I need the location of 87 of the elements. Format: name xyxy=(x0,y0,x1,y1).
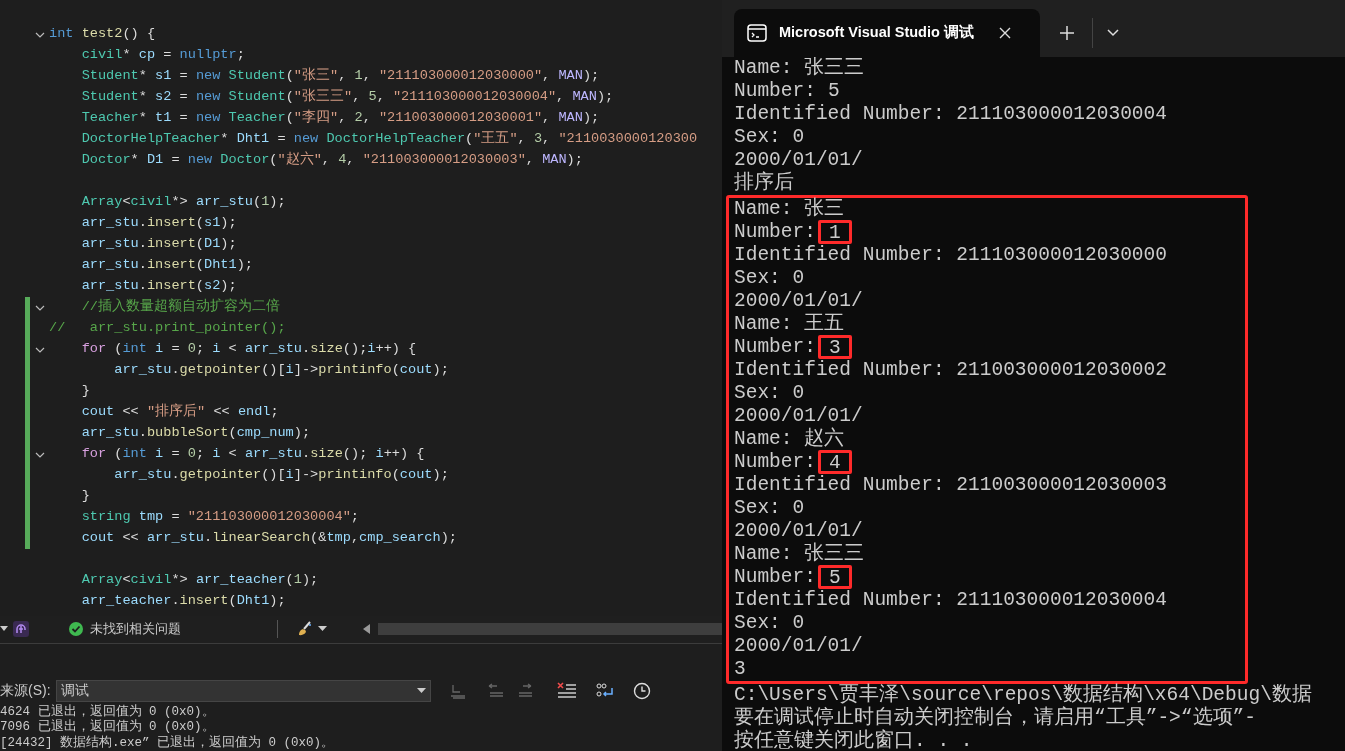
collapse-icon[interactable] xyxy=(34,451,45,458)
console-icon xyxy=(747,23,767,42)
console-text: Number: xyxy=(734,220,816,244)
console-text: 2000/01/01/ xyxy=(734,289,864,313)
console-text: Number: xyxy=(734,565,816,589)
output-line: 4624 已退出，返回值为 0 (0x0)。 xyxy=(0,704,216,719)
console-text: 5 xyxy=(827,79,840,103)
collapse-icon[interactable] xyxy=(34,346,45,353)
console-text: Number: xyxy=(734,450,816,474)
console-text: Identified Number: 211103000012030004 xyxy=(734,102,1168,126)
console-text: 2000/01/01/ xyxy=(734,148,864,171)
highlight-box: 5 xyxy=(817,565,852,590)
console-text: C:\Users\贾丰泽\source\repos\数据结构\x64\Debug\数据 xyxy=(734,683,1313,706)
console-text: Sex: 0 xyxy=(734,496,806,520)
code-line: arr_stu.insert(Dht1); xyxy=(80,256,253,275)
source-dropdown[interactable]: 调试 xyxy=(55,679,431,702)
terminal-tab[interactable]: Microsoft Visual Studio 调试 xyxy=(734,8,1040,57)
console-text: Sex: 0 xyxy=(734,125,806,149)
console-text: Sex: 0 xyxy=(734,266,806,290)
highlight-box: 4 xyxy=(817,450,852,475)
console-text: 排序后 xyxy=(734,171,795,195)
code-line: string tmp = "211103000012030004"; xyxy=(80,508,360,527)
console-text: Number: xyxy=(734,335,816,359)
clear-all-icon[interactable] xyxy=(556,681,577,700)
horizontal-scrollbar[interactable] xyxy=(378,623,722,636)
highlight-box: 3 xyxy=(817,335,852,360)
code-line: Student* s2 = new Student("张三三", 5, "211103000012030004", MAN); xyxy=(80,87,614,107)
output-line: [24432] 数据结构.exe” 已退出，返回值为 0 (0x0)。 xyxy=(0,735,336,751)
code-line: arr_stu.getpointer()[i]->printinfo(cout); xyxy=(113,361,449,380)
code-line: arr_stu.insert(s1); xyxy=(80,214,237,233)
console-text: Name: 张三三 xyxy=(734,542,866,566)
new-tab-icon[interactable] xyxy=(1060,25,1074,40)
code-line: arr_teacher.insert(Dht1); xyxy=(80,592,286,611)
highlight-box: 1 xyxy=(817,220,852,245)
console-text: Sex: 0 xyxy=(734,381,806,405)
console-text: Name: 王五 xyxy=(734,312,846,336)
console-text: Number: xyxy=(734,79,816,103)
console-text: 要在调试停止时自动关闭控制台，请启用“工具”->“选项”- xyxy=(734,706,1257,729)
console-text: Identified Number: 211103000012030004 xyxy=(734,588,1168,612)
code-line: Teacher* t1 = new Teacher("李四", 2, "211003000012030001", MAN); xyxy=(80,108,600,128)
caret-icon xyxy=(416,688,426,693)
console-text: 2000/01/01/ xyxy=(734,634,864,658)
code-line: DoctorHelpTeacher* Dht1 = new DoctorHelpTeacher("王五", 3, "2110030000120300 xyxy=(80,130,698,149)
console-text: Name: 赵六 xyxy=(734,427,846,451)
code-line: for (int i = 0; i < arr_stu.size();i++) { xyxy=(80,340,417,359)
caret-icon[interactable] xyxy=(318,626,327,633)
caret-icon[interactable] xyxy=(0,626,8,633)
collapse-icon[interactable] xyxy=(34,304,45,311)
console-text: 2000/01/01/ xyxy=(734,519,864,542)
word-wrap-icon[interactable] xyxy=(594,681,615,700)
console-text: Name: 张三 xyxy=(734,197,846,221)
code-line: arr_stu.insert(D1); xyxy=(80,235,237,254)
code-line: cout << arr_stu.linearSearch(&tmp,cmp_search); xyxy=(80,529,457,548)
code-line: for (int i = 0; i < arr_stu.size(); i++) { xyxy=(80,445,425,464)
console-text: 2000/01/01/ xyxy=(734,404,864,427)
issues-status[interactable]: 未找到相关问题 xyxy=(90,619,181,639)
console-text: Identified Number: 211003000012030003 xyxy=(734,473,1168,497)
code-line: } xyxy=(80,487,90,506)
console-text: Sex: 0 xyxy=(734,611,806,635)
check-icon xyxy=(68,621,84,638)
previous-message-icon[interactable] xyxy=(486,681,505,700)
console-text: Identified Number: 211103000012030000 xyxy=(734,243,1168,267)
console-text: 按任意键关闭此窗口. . . xyxy=(734,729,974,751)
close-icon[interactable] xyxy=(999,26,1011,39)
scroll-left-icon[interactable] xyxy=(363,624,370,635)
code-line: Doctor* D1 = new Doctor("赵六", 4, "211003000012030003", MAN); xyxy=(80,150,583,170)
code-line: civil* cp = nullptr; xyxy=(80,46,245,65)
code-line: arr_stu.bubbleSort(cmp_num); xyxy=(80,424,311,443)
code-line: cout << "排序后" << endl; xyxy=(80,402,279,422)
next-message-icon[interactable] xyxy=(516,681,535,700)
code-line: arr_stu.insert(s2); xyxy=(80,277,237,296)
clock-icon[interactable] xyxy=(632,681,651,700)
source-label: 来源(S): xyxy=(0,681,51,700)
console-text: Name: 张三三 xyxy=(734,56,866,80)
code-line: arr_stu.getpointer()[i]->printinfo(cout); xyxy=(113,466,449,485)
code-line: Array<civil*> arr_stu(1); xyxy=(80,193,286,212)
console-text: 3 xyxy=(734,657,747,681)
code-line: //插入数量超额自动扩容为二倍 xyxy=(80,297,280,317)
chevron-down-icon[interactable] xyxy=(1107,28,1119,37)
code-line: } xyxy=(80,382,90,401)
code-line: Array<civil*> arr_teacher(1); xyxy=(80,571,319,590)
collapse-icon[interactable] xyxy=(34,31,45,38)
code-line: // arr_stu.print_pointer(); xyxy=(49,319,286,338)
console-text: Identified Number: 211003000012030002 xyxy=(734,358,1168,382)
code-line: Student* s1 = new Student("张三", 1, "211103000012030000", MAN); xyxy=(80,66,600,86)
code-line: int test2() { xyxy=(49,25,156,44)
output-line: 7096 已退出，返回值为 0 (0x0)。 xyxy=(0,720,216,735)
